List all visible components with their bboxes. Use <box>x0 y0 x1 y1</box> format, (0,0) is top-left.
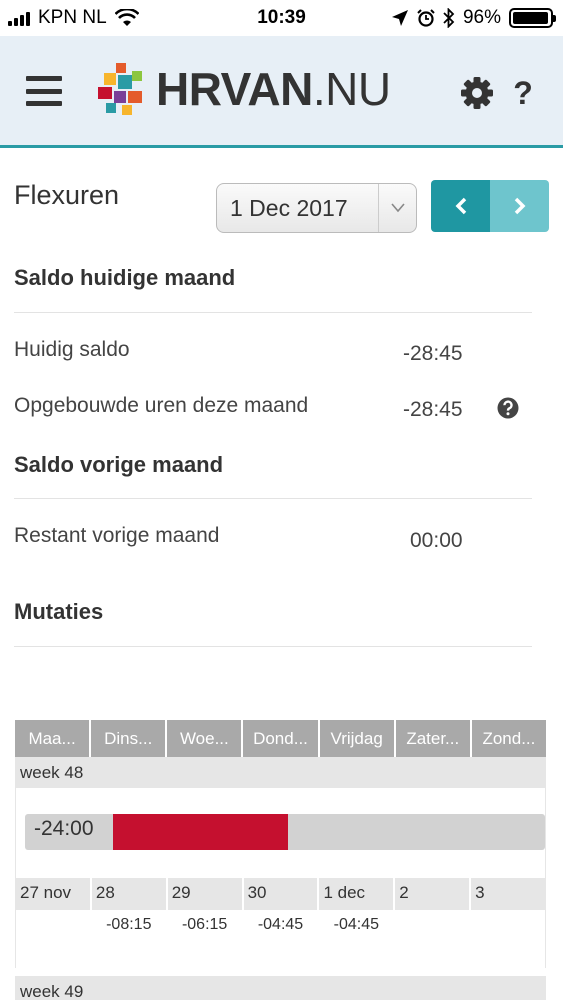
mutaties-calendar: Maa... Dins... Woe... Dond... Vrijdag Za… <box>15 720 546 1000</box>
negative-hours-bar <box>113 814 288 850</box>
day-value: -04:45 <box>257 916 304 933</box>
app-header: HRVAN.NU ? <box>0 36 563 148</box>
week-label: week 48 <box>15 757 546 788</box>
battery-fill <box>513 12 548 24</box>
divider <box>14 498 532 499</box>
week-label: week 49 <box>15 976 546 1000</box>
day-header: Vrijdag <box>319 720 394 757</box>
day-value: -08:15 <box>106 916 152 933</box>
row-label-restant-vorige-maand: Restant vorige maand <box>14 524 220 547</box>
date-cell[interactable]: 3 <box>471 878 546 910</box>
row-label-huidig-saldo: Huidig saldo <box>14 338 130 361</box>
signal-icon <box>8 10 30 26</box>
day-header: Dins... <box>91 720 166 757</box>
chevron-down-icon <box>378 184 416 232</box>
battery-icon <box>509 8 556 28</box>
date-cell[interactable]: 1 dec <box>319 878 394 910</box>
saldo-bar[interactable]: -24:00 <box>25 814 545 850</box>
day-header: Woe... <box>167 720 242 757</box>
section-heading-mutaties: Mutaties <box>14 599 104 624</box>
chevron-right-icon <box>514 197 525 215</box>
location-arrow-icon <box>391 10 408 26</box>
menu-button[interactable] <box>26 76 62 106</box>
date-cell[interactable]: 30 <box>243 878 318 910</box>
section-heading-saldo-vorig: Saldo vorige maand <box>14 452 224 477</box>
status-left: KPN NL <box>8 7 139 29</box>
status-right: 96% <box>391 7 556 29</box>
row-label-opgebouwde-uren: Opgebouwde uren deze maand <box>14 394 309 417</box>
page-title: Flexuren <box>14 180 120 210</box>
status-bar: KPN NL 10:39 96% <box>0 0 563 36</box>
logo-icon <box>98 63 142 115</box>
date-cell[interactable]: 29 <box>167 878 242 910</box>
logo-text-strong: HRVAN <box>156 63 313 115</box>
date-select[interactable]: 1 Dec 2017 <box>216 183 417 233</box>
day-value <box>395 910 469 968</box>
battery-percent: 96% <box>462 7 501 28</box>
gear-icon[interactable] <box>460 76 494 110</box>
day-header-row: Maa... Dins... Woe... Dond... Vrijdag Za… <box>15 720 546 757</box>
alarm-icon <box>417 9 435 27</box>
logo-text-rest: .NU <box>312 63 391 115</box>
row-value-opgebouwde-uren: -28:45 <box>403 398 463 421</box>
chevron-left-icon <box>455 197 466 215</box>
date-select-value: 1 Dec 2017 <box>230 194 348 221</box>
date-cell[interactable]: 2 <box>395 878 470 910</box>
day-header: Zater... <box>395 720 470 757</box>
week-body: -24:00 27 nov 28 29 30 1 dec 2 3 -08:15 … <box>15 788 546 968</box>
divider <box>14 312 532 313</box>
day-value <box>471 910 545 968</box>
row-value-huidig-saldo: -28:45 <box>403 342 463 365</box>
week-saldo-label: -24:00 <box>34 817 94 840</box>
day-value: -04:45 <box>333 916 380 933</box>
day-value: -06:15 <box>181 916 228 933</box>
section-heading-saldo-huidig: Saldo huidige maand <box>14 265 236 290</box>
day-header: Dond... <box>243 720 318 757</box>
week-saldo: -24:00 <box>16 788 545 878</box>
date-cell[interactable]: 28 <box>91 878 166 910</box>
logo-text: HRVAN.NU <box>156 62 391 116</box>
wifi-icon <box>114 9 139 26</box>
date-row: 27 nov 28 29 30 1 dec 2 3 <box>16 878 546 910</box>
date-cell[interactable]: 27 nov <box>16 878 90 910</box>
day-header: Maa... <box>15 720 90 757</box>
value-row: -08:15 -06:15 -04:45 -04:45 <box>16 910 545 968</box>
bluetooth-icon <box>443 8 455 28</box>
help-button[interactable]: ? <box>506 76 540 110</box>
carrier-label: KPN NL <box>38 7 107 28</box>
divider <box>14 646 532 647</box>
logo[interactable]: HRVAN.NU <box>96 62 391 116</box>
day-value <box>16 910 90 968</box>
prev-month-button[interactable] <box>431 180 490 232</box>
question-circle-icon[interactable] <box>497 397 519 419</box>
month-nav <box>431 180 549 232</box>
next-month-button[interactable] <box>490 180 549 232</box>
day-header: Zond... <box>471 720 546 757</box>
row-value-restant-vorige-maand: 00:00 <box>410 529 463 552</box>
